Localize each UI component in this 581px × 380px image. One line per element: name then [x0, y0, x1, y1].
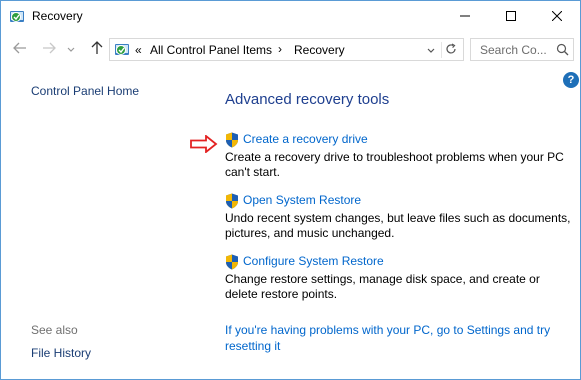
close-button[interactable]	[534, 1, 580, 32]
refresh-icon	[445, 42, 457, 58]
tool-open-system-restore: Open System Restore Undo recent system c…	[225, 193, 575, 241]
refresh-button[interactable]	[441, 42, 459, 58]
search-placeholder: Search Co...	[480, 43, 547, 57]
forward-button[interactable]	[39, 39, 59, 59]
address-bar[interactable]: « All Control Panel Items › Recovery	[109, 38, 464, 61]
minimize-button[interactable]	[442, 1, 488, 32]
control-panel-home-link[interactable]: Control Panel Home	[31, 84, 139, 98]
create-recovery-drive-link[interactable]: Create a recovery drive	[243, 132, 368, 146]
up-button[interactable]	[87, 39, 107, 59]
back-button[interactable]	[10, 39, 30, 59]
see-also-heading: See also	[31, 323, 78, 337]
file-history-link[interactable]: File History	[31, 346, 91, 360]
control-panel-icon	[114, 42, 130, 58]
maximize-button[interactable]	[488, 1, 534, 32]
tool-configure-system-restore: Configure System Restore Change restore …	[225, 254, 575, 302]
configure-system-restore-description: Change restore settings, manage disk spa…	[225, 272, 540, 301]
configure-system-restore-link[interactable]: Configure System Restore	[243, 254, 384, 268]
tool-create-recovery-drive: Create a recovery drive Create a recover…	[225, 132, 575, 180]
recovery-window: Recovery « All Control Panel Items › Rec…	[0, 0, 581, 380]
recovery-icon	[9, 9, 25, 25]
address-dropdown-button[interactable]	[423, 42, 439, 58]
breadcrumb-all-control-panel-items[interactable]: All Control Panel Items	[150, 43, 272, 57]
search-input[interactable]: Search Co...	[470, 38, 574, 61]
arrow-right-icon	[42, 42, 56, 57]
open-system-restore-description: Undo recent system changes, but leave fi…	[225, 211, 571, 240]
arrow-up-icon	[91, 40, 103, 58]
help-icon[interactable]: ?	[563, 72, 579, 88]
title-bar: Recovery	[1, 1, 580, 32]
maximize-icon	[506, 10, 516, 24]
red-arrow-annotation-icon	[190, 134, 218, 154]
uac-shield-icon	[225, 193, 239, 209]
arrow-left-icon	[13, 42, 27, 57]
search-icon[interactable]	[555, 42, 571, 58]
close-icon	[551, 10, 563, 24]
address-overflow-chevron[interactable]: «	[135, 43, 142, 57]
recent-locations-button[interactable]	[64, 39, 78, 59]
create-recovery-drive-description: Create a recovery drive to troubleshoot …	[225, 150, 564, 179]
breadcrumb-recovery[interactable]: Recovery	[294, 43, 345, 57]
breadcrumb-separator[interactable]: ›	[278, 42, 282, 56]
uac-shield-icon	[225, 132, 239, 148]
chevron-down-icon	[427, 43, 435, 57]
window-title: Recovery	[32, 9, 83, 23]
navigation-bar: « All Control Panel Items › Recovery Sea…	[1, 35, 580, 63]
chevron-down-icon	[67, 42, 75, 56]
settings-reset-link[interactable]: If you're having problems with your PC, …	[225, 322, 565, 354]
page-title: Advanced recovery tools	[225, 91, 390, 108]
minimize-icon	[460, 10, 470, 24]
uac-shield-icon	[225, 254, 239, 270]
open-system-restore-link[interactable]: Open System Restore	[243, 193, 361, 207]
